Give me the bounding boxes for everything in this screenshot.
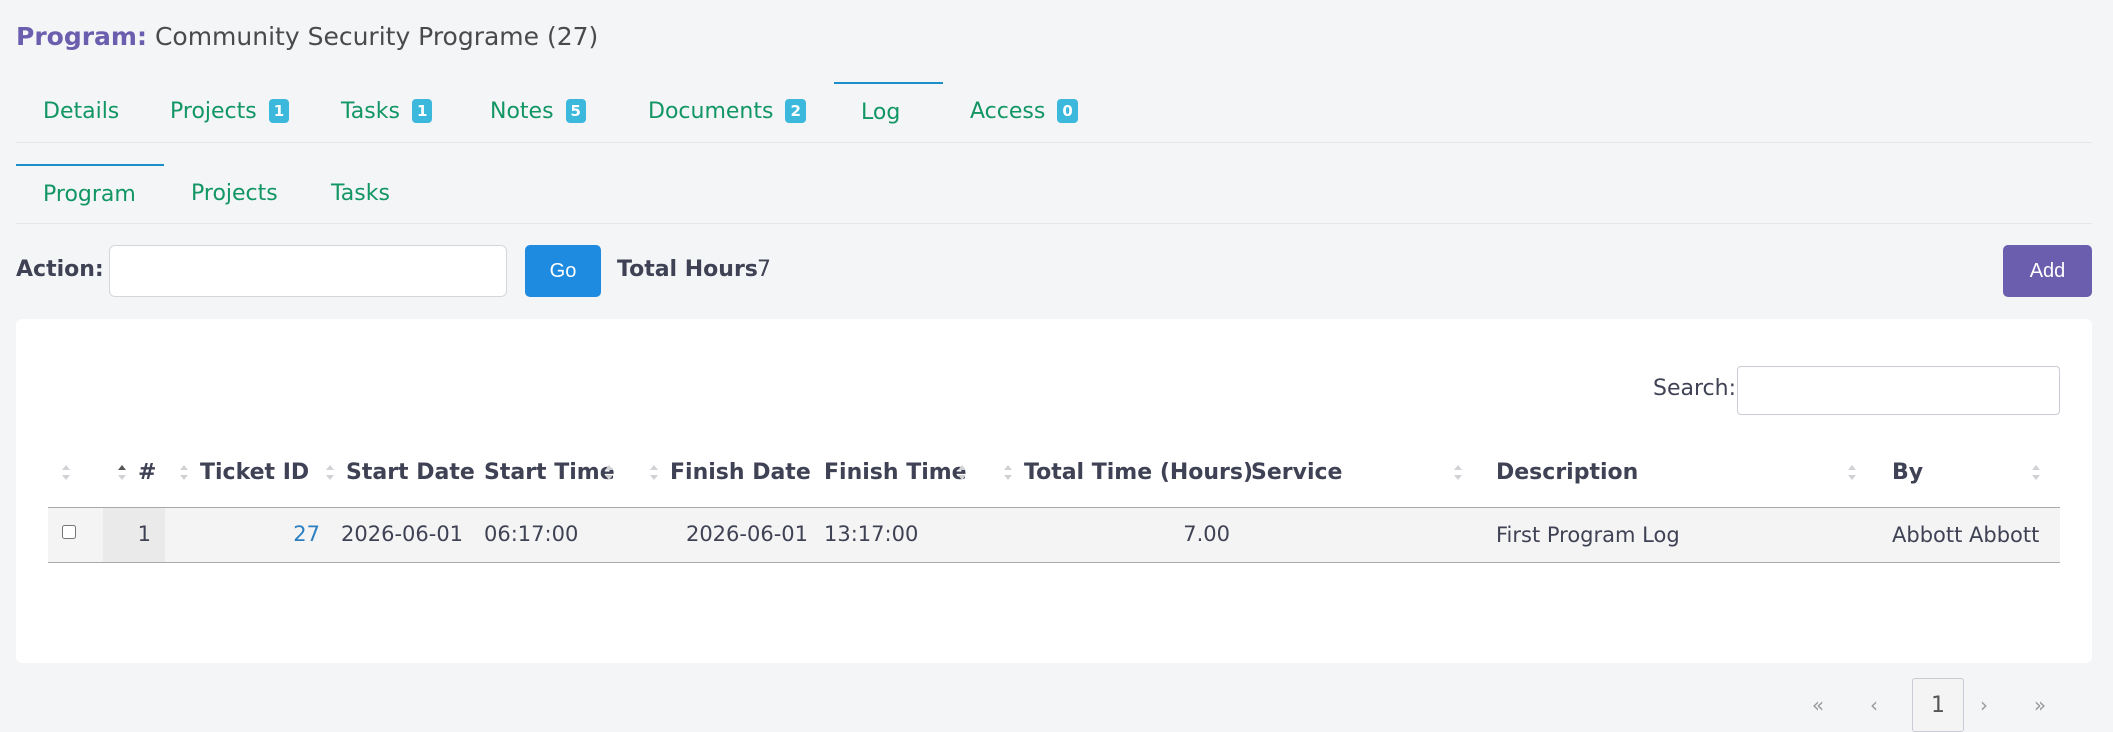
total-time-cell: 7.00	[1183, 522, 1230, 546]
total-hours-value: 7	[757, 257, 771, 282]
action-label: Action:	[16, 257, 104, 282]
program-name: Community Security Programe (27)	[154, 22, 599, 51]
description-cell: First Program Log	[1496, 523, 1680, 547]
search-input[interactable]	[1737, 366, 2060, 415]
finish-time-cell: 13:17:00	[824, 522, 919, 546]
count-badge: 1	[268, 99, 290, 123]
pagination: « ‹ 1 › »	[48, 678, 2060, 732]
sort-icon[interactable]	[2032, 463, 2042, 483]
tab-label: Access	[970, 98, 1046, 124]
column-header-description[interactable]: Description	[1496, 460, 1638, 485]
subtab-projects[interactable]: Projects	[164, 164, 305, 222]
sort-icon[interactable]	[1848, 463, 1858, 483]
tab-label: Notes	[490, 98, 554, 124]
column-header-start-time[interactable]: Start Time	[484, 460, 615, 485]
ticket-id-link[interactable]: 27	[293, 522, 320, 546]
column-header-finish-date[interactable]: Finish Date	[670, 460, 811, 485]
row-checkbox[interactable]	[62, 525, 76, 539]
count-badge: 5	[565, 99, 586, 123]
tab-label: Tasks	[341, 98, 400, 124]
table-header: # Ticket ID Start Date Start Time Finish…	[48, 437, 2060, 508]
pagination-last[interactable]: »	[2020, 678, 2060, 732]
count-badge: 1	[411, 99, 433, 123]
action-input[interactable]	[109, 245, 507, 297]
finish-date-cell: 2026-06-01	[685, 522, 808, 546]
tab-notes[interactable]: Notes 5	[463, 82, 613, 140]
pagination-prev[interactable]: ‹	[1854, 678, 1894, 732]
sort-icon[interactable]	[1454, 463, 1464, 483]
go-button[interactable]: Go	[525, 245, 601, 297]
sort-icon[interactable]	[958, 463, 968, 483]
subtab-program[interactable]: Program	[16, 164, 164, 222]
sort-icon[interactable]	[605, 463, 615, 483]
column-header-finish-time[interactable]: Finish Time	[824, 460, 967, 485]
tab-documents[interactable]: Documents 2	[621, 82, 833, 140]
sort-icon[interactable]	[326, 463, 336, 483]
column-header-service[interactable]: Service	[1251, 460, 1342, 485]
count-badge: 0	[1057, 99, 1078, 123]
column-header-by[interactable]: By	[1892, 460, 1923, 485]
subtab-label: Program	[43, 181, 136, 207]
by-cell: Abbott Abbott	[1892, 523, 2040, 547]
count-badge: 2	[785, 99, 806, 123]
sort-icon[interactable]	[650, 463, 660, 483]
tab-details[interactable]: Details	[16, 82, 146, 140]
total-hours-label: Total Hours	[617, 257, 758, 282]
tab-label: Documents	[648, 98, 774, 124]
column-header-ticket-id[interactable]: Ticket ID	[200, 460, 309, 485]
subtab-label: Tasks	[331, 180, 390, 206]
log-subtabs: Program Projects Tasks	[16, 164, 2092, 224]
subtab-tasks[interactable]: Tasks	[304, 164, 417, 222]
column-header-total-time[interactable]: Total Time (Hours)	[1024, 460, 1253, 485]
start-time-cell: 06:17:00	[484, 522, 579, 546]
tab-log[interactable]: Log	[834, 82, 943, 140]
row-index: 1	[137, 522, 151, 546]
add-button[interactable]: Add	[2003, 245, 2092, 297]
tab-label: Log	[861, 99, 901, 125]
subtab-label: Projects	[191, 180, 278, 206]
sort-icon[interactable]	[180, 463, 190, 483]
pagination-first[interactable]: «	[1798, 678, 1838, 732]
sort-icon[interactable]	[118, 463, 128, 483]
page-title: Program: Community Security Programe (27…	[16, 22, 598, 51]
table-row: 1 27 2026-06-01 06:17:00 2026-06-01 13:1…	[48, 508, 2060, 563]
column-header-start-date[interactable]: Start Date	[346, 460, 475, 485]
sort-icon[interactable]	[1004, 463, 1014, 483]
pagination-next[interactable]: ›	[1964, 678, 2004, 732]
main-tabs: Details Projects 1 Tasks 1 Notes 5 Docum…	[16, 82, 2092, 143]
start-date-cell: 2026-06-01	[341, 522, 464, 546]
tab-label: Details	[43, 98, 120, 124]
column-header-index[interactable]: #	[138, 460, 156, 485]
tab-access[interactable]: Access 0	[943, 82, 1105, 140]
tab-label: Projects	[170, 98, 257, 124]
program-label: Program:	[16, 22, 147, 51]
tab-projects[interactable]: Projects 1	[143, 82, 316, 140]
pagination-current-page[interactable]: 1	[1912, 678, 1964, 732]
search-label: Search:	[1653, 376, 1736, 401]
tab-tasks[interactable]: Tasks 1	[314, 82, 459, 140]
sort-icon[interactable]	[62, 463, 72, 483]
log-table-card: Search: # Ticket ID Start Date Start Tim…	[16, 319, 2092, 732]
